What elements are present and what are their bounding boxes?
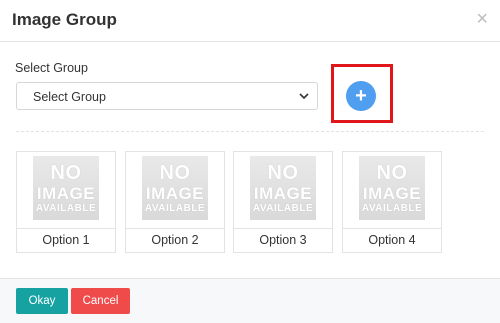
card-divider xyxy=(343,228,441,229)
group-select-value: Select Group xyxy=(33,90,106,104)
okay-button[interactable]: Okay xyxy=(16,288,68,314)
option-card-4[interactable]: NO IMAGE AVAILABLE Option 4 xyxy=(342,151,442,253)
option-card-1[interactable]: NO IMAGE AVAILABLE Option 1 xyxy=(16,151,116,253)
option-label: Option 2 xyxy=(151,233,199,247)
add-group-button[interactable]: + xyxy=(346,81,376,111)
divider xyxy=(16,131,484,132)
cancel-button[interactable]: Cancel xyxy=(71,288,130,314)
option-card-2[interactable]: NO IMAGE AVAILABLE Option 2 xyxy=(125,151,225,253)
card-divider xyxy=(17,228,115,229)
group-select[interactable]: Select Group xyxy=(16,82,318,110)
chevron-down-icon xyxy=(299,93,309,100)
close-icon[interactable]: × xyxy=(476,9,488,29)
no-image-placeholder: NO IMAGE AVAILABLE xyxy=(359,156,425,220)
card-divider xyxy=(126,228,224,229)
option-label: Option 4 xyxy=(368,233,416,247)
card-divider xyxy=(234,228,332,229)
no-image-placeholder: NO IMAGE AVAILABLE xyxy=(142,156,208,220)
no-image-placeholder: NO IMAGE AVAILABLE xyxy=(33,156,99,220)
option-label: Option 3 xyxy=(259,233,307,247)
option-card-3[interactable]: NO IMAGE AVAILABLE Option 3 xyxy=(233,151,333,253)
modal-header: Image Group × xyxy=(0,0,500,42)
modal-title: Image Group xyxy=(12,10,117,29)
no-image-placeholder: NO IMAGE AVAILABLE xyxy=(250,156,316,220)
option-label: Option 1 xyxy=(42,233,90,247)
select-group-label: Select Group xyxy=(15,61,88,75)
